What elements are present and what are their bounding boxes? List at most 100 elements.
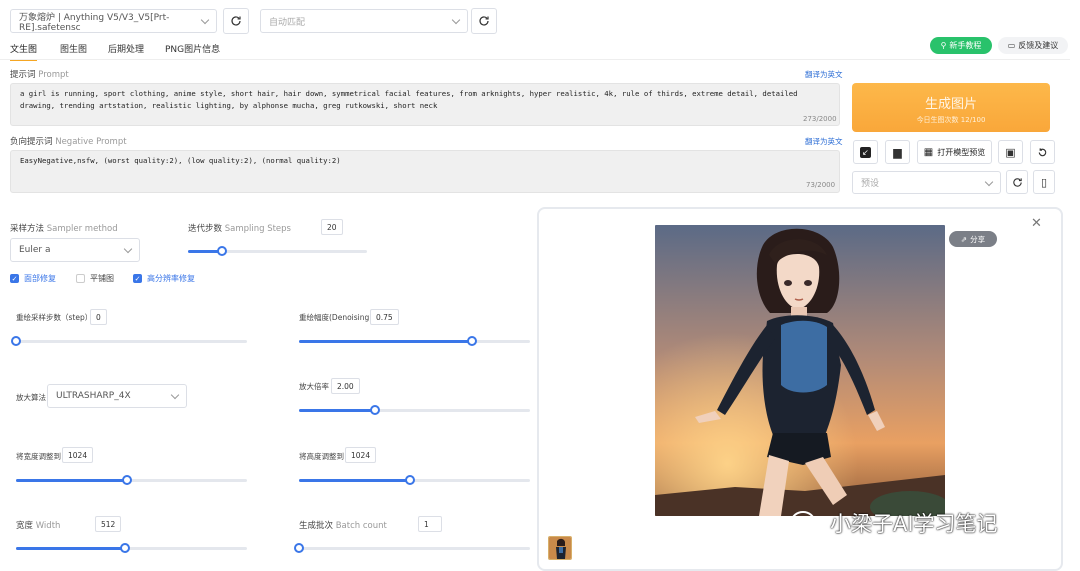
prompt-input[interactable]: a girl is running, sport clothing, anime… [10,83,840,126]
tab-txt2img[interactable]: 文生图 [10,42,38,61]
resize-width-slider[interactable] [16,475,247,485]
width-label: 宽度 Width [16,521,61,531]
negative-translate-link[interactable]: 翻译为英文 [805,136,843,147]
tab-img2img[interactable]: 图生图 [60,42,87,55]
resize-height-slider[interactable] [299,475,530,485]
width-input[interactable]: 512 [95,516,121,532]
refresh-model-button[interactable] [223,8,249,34]
upscaler-select[interactable]: ULTRASHARP_4X [47,384,187,408]
slider-fill [16,547,125,550]
reset-button[interactable] [1030,140,1055,164]
hires-steps-label: 重绘采样步数（step） [16,313,93,322]
model-select-value: 万象熔炉 | Anything V5/V3_V5[Prt-RE].safeten… [19,12,170,33]
paste-button[interactable]: ↙ [853,140,878,164]
face-restore-checkbox[interactable]: ✓ 面部修复 [10,273,56,284]
sampler-select[interactable]: Euler a [10,238,140,262]
refresh-icon [231,16,241,26]
generate-label: 生成图片 [924,97,977,112]
generated-image[interactable] [655,225,945,516]
slider-knob[interactable] [11,336,21,346]
negative-prompt-label: 负向提示词 Negative Prompt [10,137,127,147]
prompt-translate-link[interactable]: 翻译为英文 [805,69,843,80]
hires-steps-slider[interactable] [11,336,247,346]
slider-knob[interactable] [119,543,130,553]
batch-count-input[interactable]: 1 [418,516,442,532]
wechat-icon [791,511,822,534]
tiling-checkbox[interactable]: 平铺图 [76,273,114,284]
preset-select[interactable]: 预设 [852,171,1001,194]
watermark: 小梁子AI学习笔记 [790,508,998,538]
prompt-label: 提示词 Prompt [10,70,69,80]
denoise-input[interactable]: 0.75 [370,309,399,325]
steps-slider[interactable] [188,246,367,256]
denoise-label: 重绘幅度(Denoising) [299,313,373,322]
check-icon: ✓ [10,274,19,283]
anime-girl-image [655,225,945,516]
apply-preset-button[interactable]: ▯ [1033,170,1055,194]
prompt-counter: 273/2000 [803,115,837,123]
open-model-preview-button[interactable]: ▦ 打开模型预览 [917,140,992,164]
slider-fill [299,479,410,482]
resize-width-label: 将宽度调整到 [16,452,61,461]
share-icon: ⇗ [960,234,968,244]
chevron-down-icon [123,244,133,254]
refresh-icon [479,16,489,26]
negative-prompt-input[interactable]: EasyNegative,nsfw, (worst quality:2), (l… [10,150,840,193]
steps-input[interactable]: 20 [321,219,343,235]
slider-knob[interactable] [294,543,304,553]
resize-height-label: 将高度调整到 [299,452,344,461]
vae-select[interactable]: 自动匹配 [260,9,468,33]
tutorial-button[interactable]: ⚲ 新手教程 [930,37,992,54]
denoise-slider[interactable] [299,336,530,346]
share-button[interactable]: ⇗ 分享 [949,231,997,247]
refresh-icon [1012,177,1022,187]
trash-icon: ▆ [893,145,902,159]
steps-label: 迭代步数 Sampling Steps [188,224,291,234]
scale-slider[interactable] [299,405,530,415]
slider-knob[interactable] [370,405,381,415]
thumbnail-image [549,537,571,559]
close-preview-button[interactable]: ✕ [1031,216,1042,231]
resize-height-input[interactable]: 1024 [345,447,377,463]
negative-counter: 73/2000 [806,181,836,189]
refresh-vae-button[interactable] [471,8,497,34]
hires-steps-input[interactable]: 0 [90,309,107,325]
feedback-button[interactable]: ▭ 反馈及建议 [998,37,1068,54]
upscaler-label: 放大算法 [16,393,46,402]
undo-icon [1038,147,1047,156]
width-slider[interactable] [16,543,247,553]
hires-fix-checkbox[interactable]: ✓ 高分辨率修复 [133,273,195,284]
slider-knob[interactable] [467,336,478,346]
chevron-down-icon [984,177,994,187]
model-select[interactable]: 万象熔炉 | Anything V5/V3_V5[Prt-RE].safeten… [10,9,217,33]
slider-fill [299,409,376,412]
check-icon: ✓ [133,274,142,283]
floppy-icon: ▣ [1005,145,1016,159]
chevron-down-icon [451,15,461,25]
slider-knob[interactable] [121,475,132,485]
arrow-down-left-icon: ↙ [860,146,871,158]
image-thumbnail[interactable] [548,536,572,560]
batch-count-slider[interactable] [294,543,530,553]
refresh-preset-button[interactable] [1006,170,1028,194]
generate-button[interactable]: 生成图片 今日生图次数 12/100 [852,83,1050,132]
tabs-divider [0,59,1070,60]
close-icon: ✕ [1031,216,1042,231]
tab-postprocess[interactable]: 后期处理 [108,42,144,55]
file-icon: ▯ [1040,175,1048,189]
vae-select-value: 自动匹配 [269,17,306,28]
generate-quota: 今日生图次数 12/100 [916,116,986,124]
slider-knob[interactable] [404,475,415,485]
slider-knob[interactable] [217,246,227,256]
checkbox-box [76,274,85,283]
slider-fill [299,340,473,343]
wrench-icon: ⚲ [940,41,947,50]
save-style-button[interactable]: ▣ [998,140,1023,164]
resize-width-input[interactable]: 1024 [62,447,94,463]
tab-png-info[interactable]: PNG图片信息 [165,42,220,55]
batch-count-label: 生成批次 Batch count [299,521,387,531]
trash-button[interactable]: ▆ [885,140,910,164]
slider-fill [16,479,127,482]
scale-input[interactable]: 2.00 [331,378,360,394]
chevron-down-icon [170,390,180,400]
